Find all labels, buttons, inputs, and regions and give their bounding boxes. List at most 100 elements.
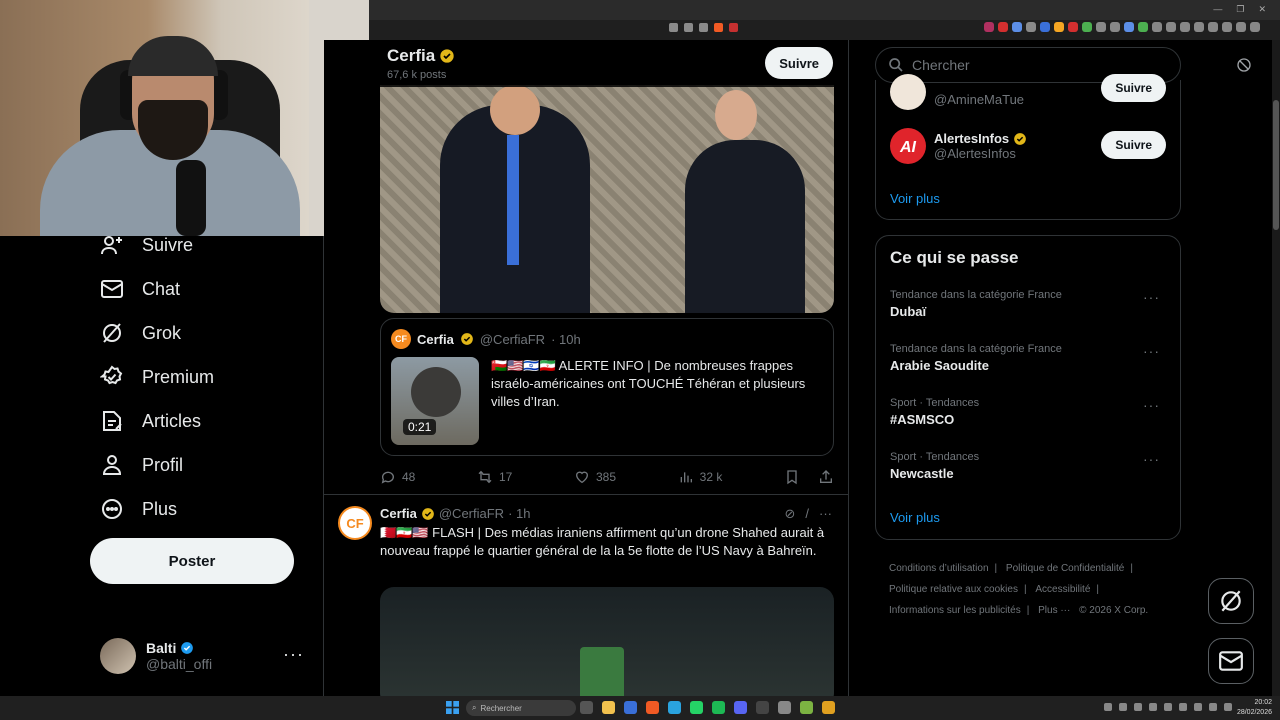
tray-icon[interactable] <box>1134 703 1142 711</box>
follow-button[interactable]: Suivre <box>1101 131 1166 159</box>
footer-link[interactable]: Politique relative aux cookies <box>889 584 1018 595</box>
show-more-link[interactable]: Voir plus <box>890 510 940 525</box>
task-view-icon[interactable] <box>580 701 593 714</box>
app-icon[interactable] <box>778 701 791 714</box>
extension-icon[interactable] <box>1110 22 1120 32</box>
like-button[interactable]: 385 <box>574 469 616 485</box>
more-options-icon[interactable]: ··· <box>819 506 832 522</box>
tray-icon[interactable] <box>1149 703 1157 711</box>
extension-icon[interactable] <box>1236 22 1246 32</box>
extension-icon[interactable] <box>1040 22 1050 32</box>
chrome-icon[interactable] <box>822 701 835 714</box>
extension-icon[interactable] <box>1180 22 1190 32</box>
extension-icon[interactable] <box>1096 22 1106 32</box>
cast-icon[interactable] <box>684 23 693 32</box>
nav-item-plus[interactable]: Plus <box>100 494 177 524</box>
spotify-icon[interactable] <box>712 701 725 714</box>
taskbar-search[interactable]: ⌕ Rechercher <box>466 700 576 716</box>
trend-item[interactable]: Tendance dans la catégorie France Dubaï … <box>890 289 1170 319</box>
extension-icon[interactable] <box>1124 22 1134 32</box>
discord-icon[interactable] <box>734 701 747 714</box>
file-explorer-icon[interactable] <box>602 701 615 714</box>
wifi-icon[interactable] <box>1194 703 1202 711</box>
show-more-link[interactable]: Voir plus <box>890 191 940 206</box>
account-switcher[interactable]: Balti @balti_offi ··· <box>100 638 310 674</box>
extension-icon[interactable] <box>984 22 994 32</box>
reply-button[interactable]: 48 <box>380 469 415 485</box>
block-icon[interactable]: ⊘ <box>784 506 795 522</box>
messages-button[interactable] <box>1208 638 1254 684</box>
close-icon[interactable]: ✕ <box>1258 4 1266 15</box>
tray-icon[interactable] <box>1104 703 1112 711</box>
trend-item[interactable]: Sport · Tendances Newcastle ··· <box>890 451 1170 481</box>
whatsapp-icon[interactable] <box>690 701 703 714</box>
tray-icon[interactable] <box>1164 703 1172 711</box>
views-button[interactable]: 32 k <box>678 469 722 485</box>
trend-item[interactable]: Tendance dans la catégorie France Arabie… <box>890 343 1170 373</box>
footer-link[interactable]: Accessibilité <box>1035 584 1090 595</box>
scrollbar[interactable] <box>1272 40 1280 696</box>
more-options-icon[interactable]: ··· <box>1143 397 1160 413</box>
nav-item-suivre[interactable]: Suivre <box>100 230 193 260</box>
restore-icon[interactable]: ❐ <box>1236 4 1244 15</box>
zoom-icon[interactable] <box>669 23 678 32</box>
nav-item-articles[interactable]: Articles <box>100 406 201 436</box>
extension-icon[interactable] <box>1026 22 1036 32</box>
taskbar-clock[interactable]: 20:02 28/02/2026 <box>1237 698 1272 718</box>
share-icon[interactable] <box>818 469 834 485</box>
footer-link[interactable]: Politique de Confidentialité <box>1006 563 1124 574</box>
extension-icon[interactable] <box>1222 22 1232 32</box>
tray-icon[interactable] <box>1119 703 1127 711</box>
suggested-account[interactable]: @AmineMaTue <box>890 74 1024 110</box>
extension-icon[interactable] <box>1138 22 1148 32</box>
block-icon[interactable] <box>1236 57 1252 73</box>
avatar[interactable]: CF <box>338 506 372 540</box>
grok-button[interactable] <box>1208 578 1254 624</box>
extension-icon[interactable] <box>1166 22 1176 32</box>
post-button[interactable]: Poster <box>90 538 294 584</box>
nav-item-grok[interactable]: Grok <box>100 318 181 348</box>
footer-link[interactable]: Plus ··· <box>1038 605 1070 616</box>
nav-item-chat[interactable]: Chat <box>100 274 180 304</box>
telegram-icon[interactable] <box>668 701 681 714</box>
extension-icon[interactable] <box>1152 22 1162 32</box>
more-options-icon[interactable]: ··· <box>1143 451 1160 467</box>
scrollbar-thumb[interactable] <box>1273 100 1279 230</box>
app-icon[interactable] <box>800 701 813 714</box>
follow-button[interactable]: Suivre <box>1101 74 1166 102</box>
video-thumbnail[interactable]: 0:21 <box>391 357 479 445</box>
more-options-icon[interactable]: ··· <box>283 644 304 665</box>
bookmark-icon[interactable] <box>784 469 800 485</box>
quoted-post[interactable]: CF Cerfia @CerfiaFR · 10h 0:21 🇴🇲🇺🇸🇮🇱🇮🇷 … <box>380 318 834 456</box>
brave-shield-icon[interactable] <box>714 23 723 32</box>
extension-icon[interactable] <box>1012 22 1022 32</box>
extension-icon[interactable] <box>1250 22 1260 32</box>
extension-icon[interactable] <box>998 22 1008 32</box>
footer-link[interactable]: Conditions d’utilisation <box>889 563 989 574</box>
repost-button[interactable]: 17 <box>477 469 512 485</box>
suggested-account[interactable]: AI AlertesInfos @AlertesInfos <box>890 128 1027 164</box>
trend-item[interactable]: Sport · Tendances #ASMSCO ··· <box>890 397 1170 427</box>
rewards-icon[interactable] <box>729 23 738 32</box>
more-options-icon[interactable]: ··· <box>1143 289 1160 305</box>
extension-icon[interactable] <box>1068 22 1078 32</box>
tray-icon[interactable] <box>1179 703 1187 711</box>
grok-icon[interactable]: / <box>805 506 809 522</box>
post-image[interactable] <box>380 85 834 313</box>
extension-icon[interactable] <box>1054 22 1064 32</box>
app-icon[interactable] <box>756 701 769 714</box>
volume-icon[interactable] <box>1209 703 1217 711</box>
extension-icon[interactable] <box>1208 22 1218 32</box>
post-image[interactable] <box>380 587 834 696</box>
nav-item-profil[interactable]: Profil <box>100 450 183 480</box>
footer-link[interactable]: Informations sur les publicités <box>889 605 1021 616</box>
app-icon[interactable] <box>624 701 637 714</box>
share-icon[interactable] <box>699 23 708 32</box>
follow-button[interactable]: Suivre <box>765 47 833 79</box>
minimize-icon[interactable]: — <box>1213 4 1222 15</box>
more-options-icon[interactable]: ··· <box>1143 343 1160 359</box>
search-input[interactable] <box>912 57 1162 73</box>
extension-icon[interactable] <box>1082 22 1092 32</box>
brave-icon[interactable] <box>646 701 659 714</box>
extension-icon[interactable] <box>1194 22 1204 32</box>
